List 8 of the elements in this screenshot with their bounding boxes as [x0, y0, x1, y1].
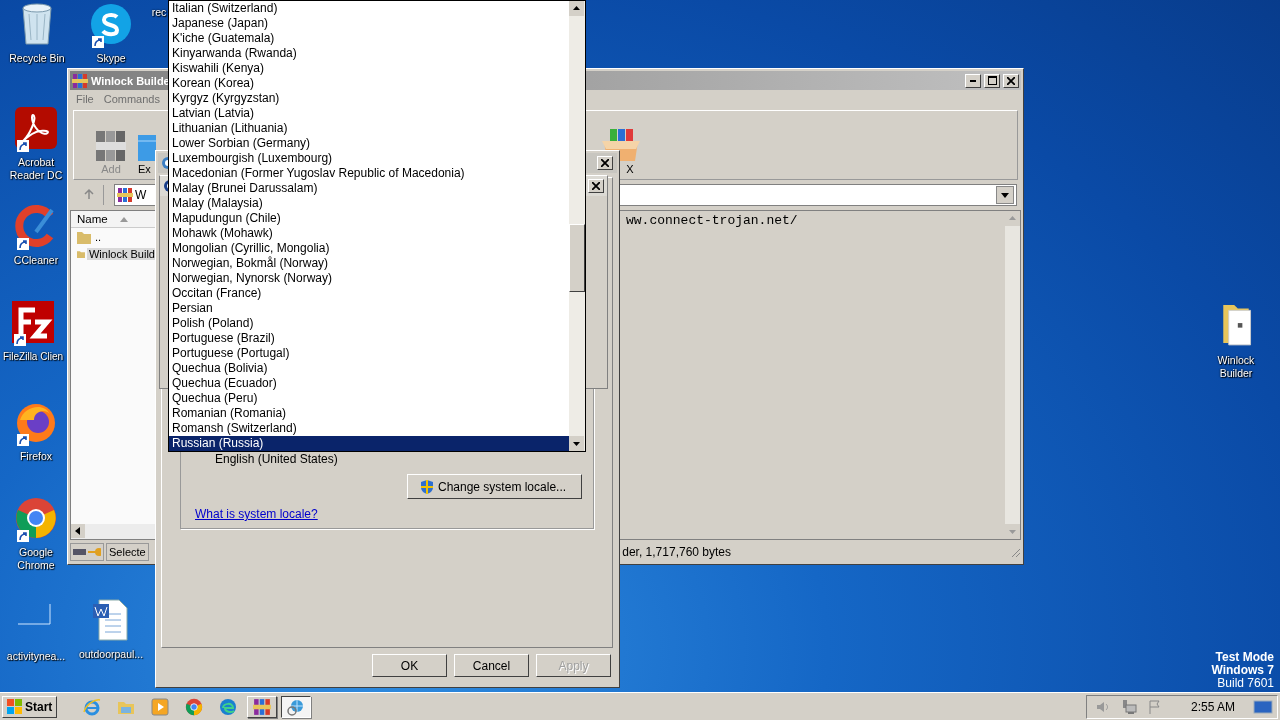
test-mode-text: Test Mode [1215, 651, 1274, 664]
current-locale-text: English (United States) [214, 452, 339, 466]
windows-edition-text: Windows 7 [1211, 664, 1274, 677]
status-text: Selecte [106, 543, 149, 561]
status-text: der, 1,717,760 bytes [622, 545, 731, 559]
comment-text: ww.connect-trojan.net/ [626, 213, 798, 228]
window-title: Winlock Builde [91, 74, 170, 87]
build-text: Build 7601 [1217, 677, 1274, 690]
